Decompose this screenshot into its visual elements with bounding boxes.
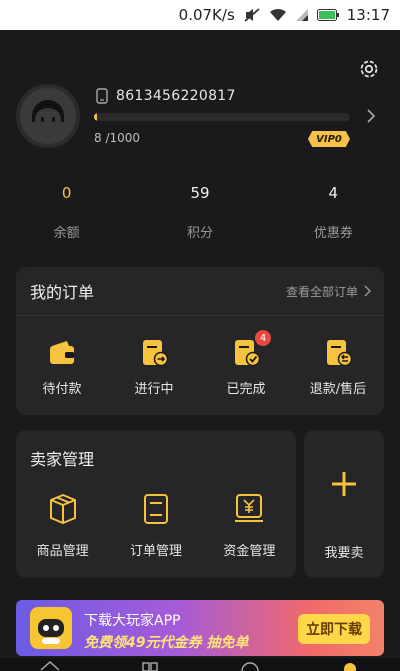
level-progress-bar xyxy=(94,113,350,121)
orders-header: 我的订单 查看全部订单 xyxy=(16,267,384,316)
tab-categories[interactable] xyxy=(100,658,200,671)
vip-badge[interactable]: VIP0 xyxy=(308,131,350,147)
stat-coupons[interactable]: 4 优惠券 xyxy=(267,184,400,241)
avatar[interactable] xyxy=(16,84,80,148)
sell-label: 我要卖 xyxy=(324,546,364,561)
stats-row: 0 余额 59 积分 4 优惠券 xyxy=(0,184,400,241)
clock: 13:17 xyxy=(346,6,390,24)
tab-community[interactable] xyxy=(200,658,300,671)
seller-item-label: 商品管理 xyxy=(36,544,89,559)
level-progress-text: 8 /1000 xyxy=(94,131,141,145)
view-all-orders-link[interactable]: 查看全部订单 xyxy=(286,283,372,300)
view-all-label: 查看全部订单 xyxy=(285,284,358,299)
avatar-face-icon xyxy=(32,100,64,133)
clipboard-icon xyxy=(143,494,168,524)
community-icon xyxy=(241,662,259,671)
order-item-completed[interactable]: 4 已完成 xyxy=(200,330,292,397)
grid-icon xyxy=(142,662,158,671)
box-icon xyxy=(49,494,76,524)
seller-item-label: 资金管理 xyxy=(223,544,276,559)
order-item-label: 已完成 xyxy=(226,382,266,397)
stat-label: 余额 xyxy=(53,226,80,241)
sell-card[interactable]: 我要卖 xyxy=(304,430,384,578)
phone-row: 8613456220817 xyxy=(96,88,236,104)
home-icon xyxy=(40,660,60,671)
plus-icon xyxy=(332,472,356,496)
chevron-right-icon[interactable] xyxy=(366,108,376,128)
money-icon xyxy=(235,494,264,522)
settings-gear-icon[interactable] xyxy=(358,58,380,80)
seller-item-orders[interactable]: 订单管理 xyxy=(109,492,202,559)
order-item-pending-payment[interactable]: 待付款 xyxy=(16,338,108,397)
stat-value: 0 xyxy=(61,184,72,202)
status-bar: 0.07K/s 13:17 xyxy=(0,0,400,30)
app-mascot-icon xyxy=(30,607,72,649)
seller-management-card: 卖家管理 商品管理 订单管理 资金管理 xyxy=(16,430,296,578)
my-orders-card: 我的订单 查看全部订单 待付款 进行中 4 已完成 退款/售后 xyxy=(16,267,384,415)
banner-subtitle: 免费领49元代金券 抽免单 xyxy=(84,635,249,651)
order-item-in-progress[interactable]: 进行中 xyxy=(108,338,200,397)
stat-balance[interactable]: 0 余额 xyxy=(0,184,133,241)
signal-icon xyxy=(295,8,309,22)
seller-items: 商品管理 订单管理 资金管理 xyxy=(16,492,296,559)
phone-number: 8613456220817 xyxy=(116,88,236,104)
order-item-label: 进行中 xyxy=(134,382,174,397)
mute-icon xyxy=(243,7,261,23)
stat-points[interactable]: 59 积分 xyxy=(133,184,266,241)
stat-label: 优惠券 xyxy=(313,226,353,241)
download-app-banner[interactable]: 下载大玩家APP 免费领49元代金券 抽免单 立即下载 xyxy=(16,600,384,656)
seller-item-funds[interactable]: 资金管理 xyxy=(203,492,296,559)
battery-icon xyxy=(316,9,339,21)
bottom-tab-bar xyxy=(0,658,400,671)
orders-title: 我的订单 xyxy=(30,283,95,302)
stat-value: 4 xyxy=(328,184,339,202)
order-progress-icon xyxy=(143,340,169,367)
wifi-icon xyxy=(269,8,287,22)
level-progress-fill xyxy=(94,113,98,121)
seller-item-label: 订单管理 xyxy=(129,544,182,559)
banner-title: 下载大玩家APP xyxy=(84,613,181,629)
wallet-icon xyxy=(50,341,74,364)
order-item-label: 待付款 xyxy=(42,382,82,397)
chevron-right-icon xyxy=(364,285,371,297)
download-now-button[interactable]: 立即下载 xyxy=(298,614,370,644)
seller-item-products[interactable]: 商品管理 xyxy=(16,492,109,559)
completed-count-badge: 4 xyxy=(255,330,271,346)
orders-items: 待付款 进行中 4 已完成 退款/售后 xyxy=(16,316,384,397)
stat-value: 59 xyxy=(190,184,210,202)
refund-icon xyxy=(327,340,353,367)
seller-title: 卖家管理 xyxy=(30,450,95,469)
phone-icon xyxy=(96,88,108,104)
mine-icon xyxy=(344,663,356,671)
tab-mine[interactable] xyxy=(300,658,400,671)
tab-home[interactable] xyxy=(0,658,100,671)
order-item-refund[interactable]: 退款/售后 xyxy=(292,338,384,397)
stat-label: 积分 xyxy=(186,226,213,241)
order-item-label: 退款/售后 xyxy=(309,382,367,397)
network-speed: 0.07K/s xyxy=(178,6,235,24)
